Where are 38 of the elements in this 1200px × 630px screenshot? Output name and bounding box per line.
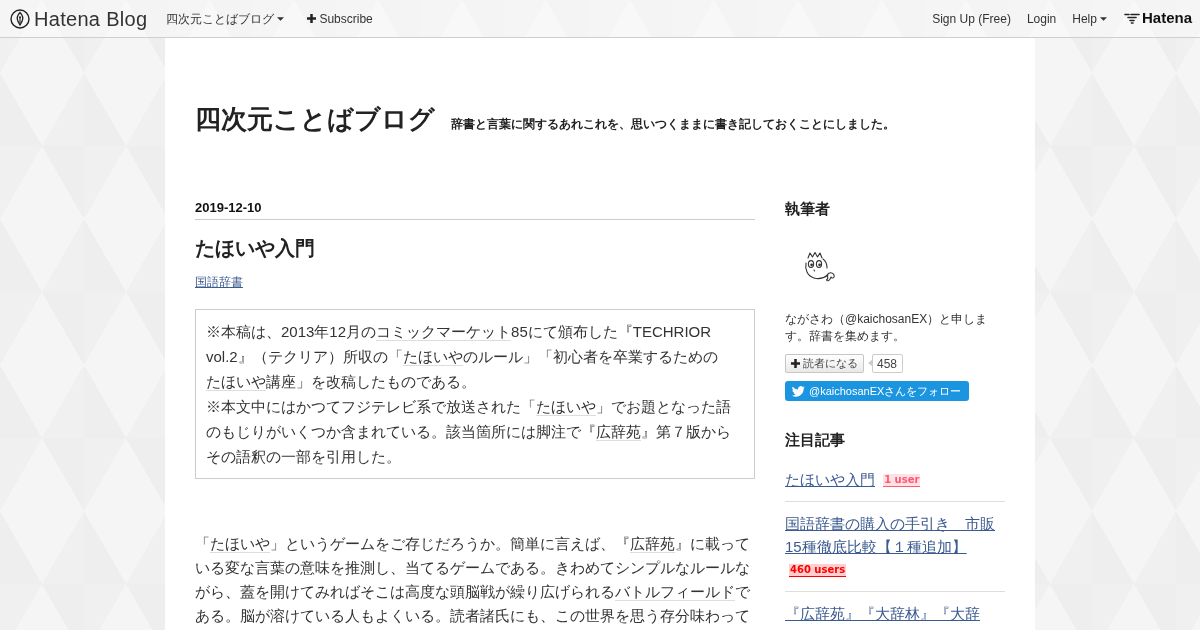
section-heading: 注目記事 [785,430,846,450]
blog-description: 辞書と言葉に関するあれこれを、思いつくままに書き記しておくことにしました。 [451,116,895,133]
subscriber-count: 458 [867,354,904,373]
nav-link[interactable]: Sign Up (Free) [932,9,1011,28]
keyword-link[interactable]: たほいや [206,373,266,391]
keyword-link[interactable]: 広辞苑 [596,423,641,441]
keyword-link[interactable]: 広辞苑 [630,535,675,553]
entry-title[interactable]: たほいや入門 [195,234,755,262]
article-link[interactable]: 『広辞苑』『大辞林』『大辞 [785,602,980,625]
note-paragraph: ※本文中にはかつてフジテレビ系で放送された「たほいや」でお題となった語のもじりがいくつか含まれている。該当箇所には脚注で『広辞苑』第７版からその語釈の一部を引用した。 [206,397,732,467]
keyword-link[interactable]: たほいや [402,348,463,366]
caret-icon [1099,16,1107,21]
bird-icon [792,385,805,397]
keyword-link[interactable]: バトルフィールド [615,583,735,601]
blog-title[interactable]: 四次元ことばブログ [195,104,435,135]
section-heading: 執筆者 [785,199,831,219]
keyword-link[interactable]: たほいや [210,535,270,553]
blog-menu[interactable]: 四次元ことばブログ [166,9,285,28]
keyword-link[interactable]: たほいや [536,398,596,416]
dash-lines-icon [1123,13,1140,24]
article-link[interactable]: 国語辞書の購入の手引き 市販15種徹底比較【１種追加】 [785,512,1005,558]
plus-icon [307,14,317,23]
subscribe-button[interactable]: 読者になる [785,354,864,373]
note-paragraph: ※本稿は、2013年12月のコミックマーケット85にて頒布した『TECHRIOR vol.2』（テクリア）所収の「たほいやのルール」「初心者を卒業するための たほいや講座」を改稿したものである。 [206,322,719,393]
caret-icon [277,16,285,21]
entry-date: 2019-12-10 [195,199,755,220]
pen-nib-icon [10,8,30,29]
keyword-link[interactable]: コミックマーケット [376,323,512,341]
nav-dropdown[interactable]: Help [1072,9,1107,28]
hatena-logo[interactable]: Hatena [1123,7,1192,30]
plus-icon [791,359,800,368]
category-link[interactable]: 国語辞書 [195,275,243,289]
subscribe-link[interactable]: Subscribe [307,9,373,28]
body-paragraph: 「たほいや」というゲームをご存じだろうか。簡単に言えば、『広辞苑』に載っている変な言葉の意味を推測し、当てるゲームである。きわめてシンプルなルールながら、蓋を開けてみればそこは高度な頭脳戦が繰り広げられるバトルフィールドである。脳が溶けている人もよくいる。読者諸氏にも、この世界を思う存分味わって [195,534,751,626]
nav-link[interactable]: Login [1026,9,1057,28]
profile-text: ながさわ（@kaichosanEX）と申します。辞書を集めます。 [785,311,989,345]
article-link[interactable]: たほいや入門 [785,468,875,491]
hatena-blog-logo[interactable]: Hatena Blog [10,3,148,34]
